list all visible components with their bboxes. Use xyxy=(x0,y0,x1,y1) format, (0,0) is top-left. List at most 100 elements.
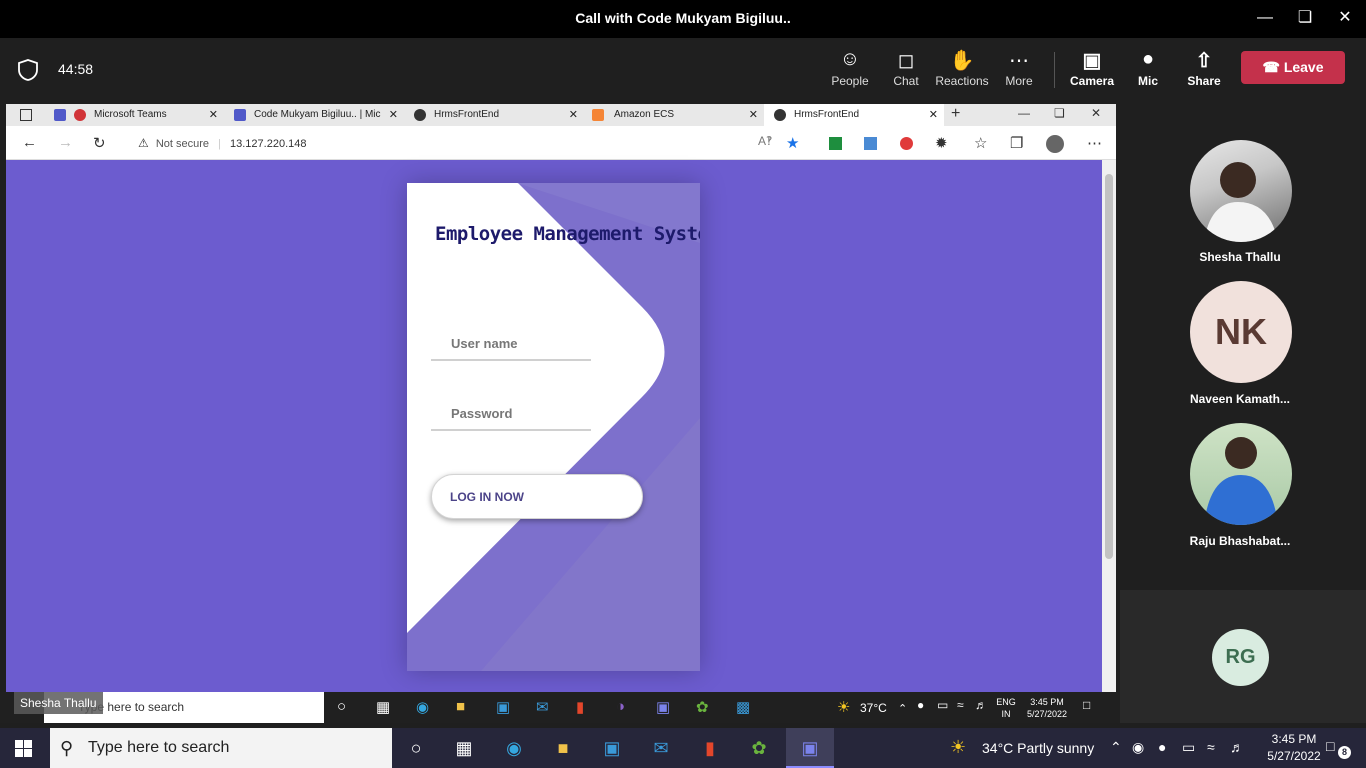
maximize-icon[interactable]: ❏ xyxy=(1295,8,1315,28)
camera-button[interactable]: ▣ Camera xyxy=(1062,48,1122,88)
tab-close-icon[interactable]: ✕ xyxy=(749,104,758,126)
minimize-icon[interactable]: — xyxy=(1255,8,1275,28)
taskbar-clock[interactable]: 3:45 PM 5/27/2022 xyxy=(1262,731,1326,765)
tray-chevron-icon[interactable]: ⌃ xyxy=(898,702,907,715)
browser-minimize-icon[interactable]: — xyxy=(1018,106,1030,120)
teams-icon[interactable]: ▣ xyxy=(656,698,670,716)
tab-close-icon[interactable]: ✕ xyxy=(569,104,578,126)
meeting-timer: 44:58 xyxy=(58,61,94,77)
leave-label: Leave xyxy=(1283,59,1324,75)
favorites-icon[interactable]: ☆ xyxy=(974,134,987,152)
browser-tab[interactable]: Amazon ECS ✕ xyxy=(584,104,764,126)
extension-icon[interactable] xyxy=(864,137,877,150)
store-icon[interactable]: ▣ xyxy=(496,698,510,716)
url-field[interactable]: ⚠ Not secure | 13.127.220.148 xyxy=(124,131,814,155)
username-input[interactable] xyxy=(431,327,591,361)
recording-icon xyxy=(74,109,86,121)
participant-avatar: RG xyxy=(1212,629,1269,686)
record-icon[interactable]: ◉ xyxy=(1132,739,1144,756)
password-input[interactable] xyxy=(431,397,591,431)
task-view-icon[interactable]: ▦ xyxy=(452,736,476,760)
edge-icon[interactable]: ◉ xyxy=(416,698,429,716)
tab-close-icon[interactable]: ✕ xyxy=(929,104,938,126)
refresh-icon[interactable]: ↻ xyxy=(93,134,106,152)
login-button[interactable]: LOG IN NOW xyxy=(431,474,643,519)
notification-center-button[interactable]: □ 8 xyxy=(1326,736,1352,762)
tray-chevron-icon[interactable]: ⌃ xyxy=(1110,739,1122,756)
url-text: 13.127.220.148 xyxy=(230,138,307,150)
extension-icon[interactable] xyxy=(900,137,913,150)
inner-region-code: IN xyxy=(1001,709,1011,719)
leave-button[interactable]: ☎ Leave xyxy=(1241,51,1345,84)
extensions-puzzle-icon[interactable]: ✹ xyxy=(935,134,948,152)
office-icon[interactable]: ▮ xyxy=(698,736,722,760)
spring-icon[interactable]: ✿ xyxy=(747,736,771,760)
browser-restore-icon[interactable]: ❏ xyxy=(1054,106,1065,120)
share-button[interactable]: ⇧ Share xyxy=(1174,48,1234,88)
tab-close-icon[interactable]: ✕ xyxy=(389,104,398,126)
more-button[interactable]: ⋯ More xyxy=(989,48,1049,88)
scrollbar-thumb[interactable] xyxy=(1105,174,1113,559)
inner-language[interactable]: ENG IN xyxy=(994,696,1018,720)
share-icon: ⇧ xyxy=(1195,50,1213,72)
mail-icon[interactable]: ✉ xyxy=(649,736,673,760)
volume-icon[interactable]: ♬ xyxy=(1230,739,1244,755)
battery-icon[interactable]: ▭ xyxy=(1182,739,1195,756)
person-photo-icon xyxy=(1204,437,1278,525)
mic-tray-icon[interactable]: ● xyxy=(917,698,924,712)
inner-clock[interactable]: 3:45 PM 5/27/2022 xyxy=(1022,696,1072,720)
spring-icon[interactable]: ✿ xyxy=(696,698,709,716)
file-explorer-icon[interactable]: ■ xyxy=(456,698,465,715)
browser-menu-icon[interactable]: ⋯ xyxy=(1087,134,1102,152)
mail-icon[interactable]: ✉ xyxy=(536,698,549,716)
window-title: Call with Code Mukyam Bigiluu.. xyxy=(575,10,791,26)
reactions-label: Reactions xyxy=(935,74,989,88)
read-aloud-icon[interactable]: A‽ xyxy=(758,134,772,148)
new-tab-icon[interactable]: + xyxy=(951,105,960,123)
favorite-star-icon[interactable]: ★ xyxy=(786,134,799,152)
collections-icon[interactable]: ❐ xyxy=(1010,134,1023,152)
eclipse-icon[interactable]: ◑ xyxy=(616,698,625,715)
browser-tab-active[interactable]: HrmsFrontEnd ✕ xyxy=(764,104,944,126)
windows-start-icon[interactable] xyxy=(15,740,32,757)
store-icon[interactable]: ▣ xyxy=(600,736,624,760)
mic-button[interactable]: ● Mic xyxy=(1118,48,1178,88)
people-button[interactable]: ☺ People xyxy=(820,48,880,88)
chat-button[interactable]: ◻ Chat xyxy=(876,48,936,88)
vertical-scrollbar[interactable] xyxy=(1102,160,1116,692)
browser-tab[interactable]: HrmsFrontEnd ✕ xyxy=(404,104,584,126)
volume-icon[interactable]: ♬ xyxy=(975,698,987,712)
browser-tab[interactable]: Code Mukyam Bigiluu.. | Mic ✕ xyxy=(224,104,404,126)
file-explorer-icon[interactable]: ■ xyxy=(551,736,575,760)
cortana-icon[interactable]: ○ xyxy=(404,736,428,760)
teams-taskbar-button[interactable]: ▣ xyxy=(786,728,834,768)
camera-label: Camera xyxy=(1069,74,1115,88)
wifi-icon[interactable]: ≈ xyxy=(1207,739,1215,755)
shield-icon xyxy=(18,59,38,81)
task-view-icon[interactable]: ▦ xyxy=(376,698,390,716)
wifi-icon[interactable]: ≈ xyxy=(957,698,964,712)
windows-taskbar: ⚲ Type here to search ○ ▦ ◉ ■ ▣ ✉ ▮ ✿ ▣ … xyxy=(0,728,1366,768)
extension-sheets-icon[interactable] xyxy=(829,137,842,150)
taskbar-search-placeholder: Type here to search xyxy=(88,739,230,756)
tab-close-icon[interactable]: ✕ xyxy=(209,104,218,126)
weather-text[interactable]: 34°C Partly sunny xyxy=(982,728,1094,768)
mic-tray-icon[interactable]: ● xyxy=(1158,739,1166,755)
browser-close-icon[interactable]: ✕ xyxy=(1091,106,1101,120)
participant-tile[interactable]: RG xyxy=(1120,590,1366,723)
terminal-icon[interactable]: ▩ xyxy=(736,698,750,716)
browser-tab[interactable]: Microsoft Teams ✕ xyxy=(40,104,224,126)
forward-icon[interactable]: → xyxy=(58,134,73,151)
edge-icon[interactable]: ◉ xyxy=(502,736,526,760)
tab-actions-icon[interactable] xyxy=(20,109,32,121)
close-icon[interactable]: ✕ xyxy=(1335,8,1355,28)
inner-notification-icon[interactable]: □ xyxy=(1083,698,1090,712)
back-icon[interactable]: ← xyxy=(22,134,37,151)
participant-name: Naveen Kamath... xyxy=(1189,392,1291,406)
battery-icon[interactable]: ▭ xyxy=(937,698,948,712)
taskbar-search-box[interactable]: ⚲ Type here to search xyxy=(50,728,392,768)
office-icon[interactable]: ▮ xyxy=(576,698,584,716)
cortana-icon[interactable]: ○ xyxy=(337,698,346,715)
reactions-button[interactable]: ✋ Reactions xyxy=(932,48,992,88)
profile-avatar[interactable] xyxy=(1046,135,1064,153)
